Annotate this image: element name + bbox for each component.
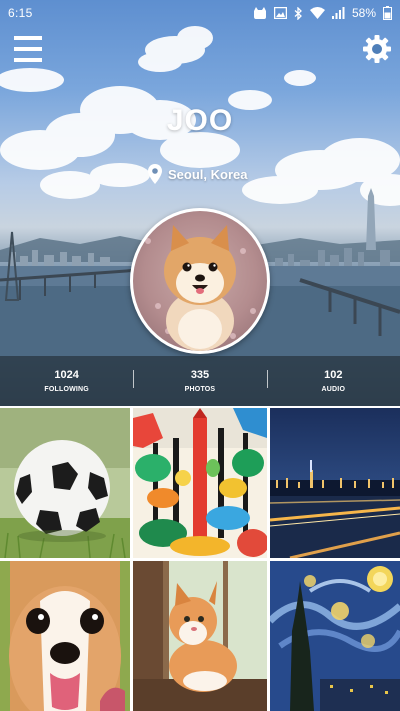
menu-button[interactable] [14, 36, 42, 62]
gear-icon [363, 35, 391, 63]
status-icons: 58% [253, 6, 392, 20]
avatar[interactable] [130, 208, 270, 354]
stats-bar: 1024 FOLLOWING 335 PHOTOS 102 AUDIO [0, 356, 400, 406]
photo-notification-icon [273, 7, 287, 19]
pomeranian-dog-photo [145, 225, 256, 351]
profile-header: 6:15 58% JOO Seoul, Korea 1024 FOLLOWING… [0, 0, 400, 406]
photo-tile-3[interactable] [270, 408, 400, 558]
photo-tile-6[interactable] [270, 561, 400, 711]
stat-following[interactable]: 1024 FOLLOWING [0, 356, 133, 406]
photo-tile-4[interactable] [0, 561, 130, 711]
status-bar: 6:15 58% [0, 0, 400, 26]
cat-by-window-photo [133, 561, 267, 711]
soccer-ball-photo [0, 408, 130, 558]
location-text: Seoul, Korea [168, 166, 248, 182]
profile-location: Seoul, Korea [148, 162, 247, 186]
wifi-icon [309, 7, 325, 19]
stat-value: 102 [324, 369, 343, 381]
hamburger-menu-icon [14, 36, 42, 62]
corgi-puppy-photo [0, 561, 130, 711]
photo-tile-2[interactable] [133, 408, 267, 558]
bluetooth-icon [294, 6, 302, 20]
photo-tile-5[interactable] [133, 561, 267, 711]
stat-photos[interactable]: 335 PHOTOS [133, 356, 266, 406]
status-time: 6:15 [8, 6, 33, 20]
stat-label: AUDIO [321, 386, 346, 393]
battery-icon [383, 6, 392, 20]
settings-button[interactable] [362, 34, 392, 64]
signal-icon [331, 7, 345, 19]
photo-tile-1[interactable] [0, 408, 130, 558]
stat-audio[interactable]: 102 AUDIO [266, 356, 400, 406]
city-night-photo [270, 408, 400, 558]
photo-grid [0, 406, 400, 711]
stat-value: 335 [190, 369, 210, 381]
battery-percent: 58% [351, 6, 376, 20]
colorful-forest-painting [133, 408, 267, 558]
stat-label: FOLLOWING [44, 386, 89, 393]
location-pin-icon [148, 164, 162, 184]
stat-value: 1024 [54, 369, 79, 381]
stat-label: PHOTOS [184, 386, 216, 393]
profile-name: JOO [166, 104, 234, 137]
cat-notification-icon [253, 7, 266, 19]
starry-night-painting [270, 561, 400, 711]
